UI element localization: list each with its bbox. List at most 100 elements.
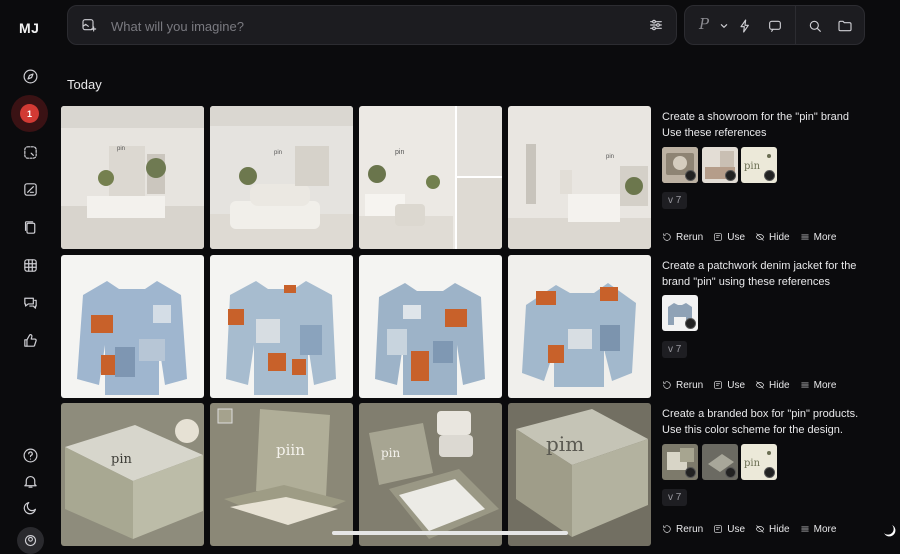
sidebar: MJ 1 xyxy=(0,0,60,554)
reference-image[interactable] xyxy=(702,444,738,480)
search-icon[interactable] xyxy=(806,17,824,35)
menu-icon xyxy=(800,234,809,240)
grid-icon[interactable] xyxy=(20,255,40,275)
add-image-icon[interactable] xyxy=(81,17,97,38)
more-button[interactable]: More xyxy=(800,230,837,244)
image-thumbnail[interactable]: pin xyxy=(359,106,502,249)
more-button[interactable]: More xyxy=(800,378,837,392)
folder-icon[interactable] xyxy=(836,17,854,35)
eye-off-icon xyxy=(755,381,765,389)
showroom-logo: pin xyxy=(395,149,404,156)
help-icon[interactable] xyxy=(20,445,40,465)
use-button[interactable]: Use xyxy=(713,378,745,392)
job-prompt[interactable]: Create a patchwork denim jacket for the … xyxy=(662,258,892,290)
prompt-line: Create a showroom for the "pin" brand xyxy=(662,111,849,123)
rerun-label: Rerun xyxy=(676,523,704,535)
menu-icon xyxy=(800,526,809,532)
reference-link-icon xyxy=(685,318,696,329)
reference-image[interactable] xyxy=(662,147,698,183)
image-thumbnail[interactable]: pin xyxy=(61,106,204,249)
tools-bar: P xyxy=(684,5,865,45)
section-title: Today xyxy=(67,77,102,92)
reference-link-icon xyxy=(725,467,736,478)
prompt-input[interactable] xyxy=(109,6,633,46)
divider xyxy=(795,6,796,44)
hide-button[interactable]: Hide xyxy=(755,230,790,244)
prompt-bar xyxy=(67,5,677,46)
moon-icon[interactable] xyxy=(20,497,40,517)
image-thumbnail[interactable]: pin xyxy=(508,106,651,249)
use-button[interactable]: Use xyxy=(713,522,745,536)
reference-image[interactable] xyxy=(702,147,738,183)
image-thumbnail[interactable]: pin xyxy=(359,403,502,546)
hide-label: Hide xyxy=(769,231,790,243)
box-logo-text: pim xyxy=(546,432,584,456)
image-thumbnail[interactable]: piin xyxy=(210,403,353,546)
bell-icon[interactable] xyxy=(20,471,40,491)
image-thumbnail[interactable] xyxy=(359,255,502,398)
job-actions: Rerun Use Hide More xyxy=(662,522,846,536)
create-icon[interactable] xyxy=(20,142,40,162)
reference-link-icon xyxy=(725,170,736,181)
prompt-line: brand "pin" using these references xyxy=(662,276,831,288)
menu-icon xyxy=(800,382,809,388)
hide-label: Hide xyxy=(769,379,790,391)
image-thumbnail[interactable] xyxy=(508,255,651,398)
edit-icon[interactable] xyxy=(20,179,40,199)
image-thumbnail[interactable]: pin xyxy=(61,403,204,546)
rerun-icon xyxy=(663,233,671,241)
use-button[interactable]: Use xyxy=(713,230,745,244)
rerun-button[interactable]: Rerun xyxy=(662,230,703,244)
message-icon[interactable] xyxy=(766,17,784,35)
box-logo-text: pin xyxy=(111,452,132,467)
more-label: More xyxy=(813,231,837,243)
chat-icon[interactable] xyxy=(20,292,40,312)
thumbs-up-icon[interactable] xyxy=(20,330,40,350)
more-button[interactable]: More xyxy=(800,522,837,536)
chevron-down-icon[interactable] xyxy=(715,17,733,35)
reference-link-icon xyxy=(685,170,696,181)
compass-icon[interactable] xyxy=(20,66,40,86)
image-thumbnail[interactable]: pim xyxy=(508,403,651,546)
use-icon xyxy=(714,233,722,241)
more-label: More xyxy=(813,379,837,391)
showroom-logo: pin xyxy=(274,150,282,156)
reference-logo-text: pin xyxy=(744,458,761,469)
reference-image[interactable]: pin xyxy=(741,147,777,183)
showroom-logo: pin xyxy=(117,146,125,152)
rerun-label: Rerun xyxy=(676,379,704,391)
showroom-logo: pin xyxy=(606,154,614,160)
image-thumbnail[interactable] xyxy=(210,255,353,398)
rerun-label: Rerun xyxy=(676,231,704,243)
more-label: More xyxy=(813,523,837,535)
job-actions: Rerun Use Hide More xyxy=(662,378,846,392)
notification-badge: 1 xyxy=(20,104,39,123)
prompt-line: Create a branded box for "pin" products. xyxy=(662,408,859,420)
use-label: Use xyxy=(727,523,746,535)
moon-crescent-icon xyxy=(880,521,896,537)
prompt-line: Use these references xyxy=(662,127,767,139)
copy-icon[interactable] xyxy=(20,217,40,237)
rerun-icon xyxy=(663,381,671,389)
reference-image[interactable] xyxy=(662,444,698,480)
settings-sliders-icon[interactable] xyxy=(648,17,664,38)
image-thumbnail[interactable] xyxy=(61,255,204,398)
notification-button[interactable]: 1 xyxy=(11,95,48,132)
hide-button[interactable]: Hide xyxy=(755,522,790,536)
horizontal-scrollbar[interactable] xyxy=(332,531,568,535)
use-label: Use xyxy=(727,231,746,243)
rerun-button[interactable]: Rerun xyxy=(662,378,703,392)
hide-button[interactable]: Hide xyxy=(755,378,790,392)
lightning-icon[interactable] xyxy=(736,17,754,35)
use-icon xyxy=(714,381,722,389)
personalization-style[interactable]: P xyxy=(699,15,709,33)
reference-link-icon xyxy=(685,467,696,478)
job-prompt[interactable]: Create a showroom for the "pin" brand Us… xyxy=(662,109,892,141)
reference-image[interactable] xyxy=(662,295,698,331)
reference-image[interactable]: pin xyxy=(741,444,777,480)
app-logo[interactable]: MJ xyxy=(19,20,39,36)
rerun-button[interactable]: Rerun xyxy=(662,522,703,536)
job-prompt[interactable]: Create a branded box for "pin" products.… xyxy=(662,406,892,438)
image-thumbnail[interactable]: pin xyxy=(210,106,353,249)
job-actions: Rerun Use Hide More xyxy=(662,230,846,244)
